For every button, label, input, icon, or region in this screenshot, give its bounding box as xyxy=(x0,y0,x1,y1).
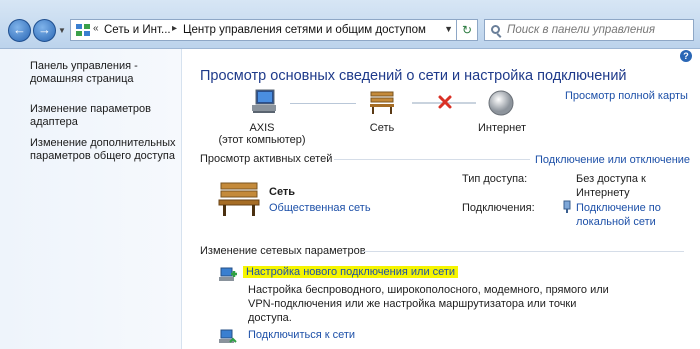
connect-disconnect-link[interactable]: Подключение или отключение xyxy=(535,153,690,167)
back-button[interactable]: ← xyxy=(8,19,31,42)
computer-icon xyxy=(252,89,276,113)
breadcrumb-network-internet[interactable]: Сеть и Инт... xyxy=(104,24,171,36)
network-node-label: Сеть xyxy=(369,122,395,134)
map-link-line xyxy=(290,103,356,104)
breadcrumb-separator-icon: « xyxy=(93,23,99,34)
network-folder-icon xyxy=(76,24,90,36)
address-bar[interactable]: « Сеть и Инт... ▸ Центр управления сетям… xyxy=(70,19,476,41)
sidebar-item-sharing-settings[interactable]: Изменение дополнительных параметров обще… xyxy=(30,137,180,163)
computer-node-label: AXIS (этот компьютер) xyxy=(214,122,310,146)
connect-network-icon xyxy=(219,329,237,343)
refresh-button[interactable]: ↻ xyxy=(456,19,478,41)
internet-node-label: Интернет xyxy=(478,122,526,134)
access-type-label: Тип доступа: xyxy=(462,173,528,185)
setup-new-connection-link[interactable]: Настройка нового подключения или сети xyxy=(243,266,459,278)
breadcrumb-network-center[interactable]: Центр управления сетями и общим доступом xyxy=(183,24,426,36)
connections-label: Подключения: xyxy=(462,202,535,214)
active-network-name: Сеть xyxy=(269,186,296,198)
page-title: Просмотр основных сведений о сети и наст… xyxy=(200,68,627,84)
bench-icon xyxy=(370,91,394,114)
recent-pages-dropdown-icon[interactable]: ▼ xyxy=(58,26,66,35)
search-icon[interactable] xyxy=(491,25,500,34)
new-connection-item: Настройка нового подключения или сети xyxy=(243,265,459,279)
ethernet-plug-icon xyxy=(563,200,571,213)
setup-new-connection-description: Настройка беспроводного, широкополосного… xyxy=(248,284,609,324)
new-connection-icon xyxy=(219,267,237,281)
access-type-value: Без доступа к Интернету xyxy=(576,173,646,199)
computer-name: AXIS xyxy=(249,122,275,134)
search-box[interactable]: Поиск в панели управления xyxy=(484,19,694,41)
divider xyxy=(334,159,530,160)
forward-button[interactable]: → xyxy=(33,19,56,42)
computer-subtitle: (этот компьютер) xyxy=(218,134,306,146)
search-input[interactable]: Поиск в панели управления xyxy=(507,24,655,36)
window-toolbar: ← → ▼ « Сеть и Инт... ▸ Центр управления… xyxy=(0,0,700,49)
sidebar-item-control-panel-home[interactable]: Панель управления - домашняя страница xyxy=(30,60,180,86)
divider xyxy=(362,251,684,252)
left-task-pane xyxy=(0,49,182,349)
breadcrumb-arrow-icon[interactable]: ▸ xyxy=(172,23,177,34)
public-network-bench-icon xyxy=(218,182,260,216)
error-x-icon[interactable] xyxy=(437,94,453,110)
address-dropdown-icon[interactable]: ▼ xyxy=(444,24,453,34)
local-connection-link[interactable]: Подключение по локальной сети xyxy=(576,201,676,229)
sidebar-item-adapter-settings[interactable]: Изменение параметров адаптера xyxy=(30,103,180,129)
globe-icon xyxy=(488,90,514,116)
connect-to-network-link[interactable]: Подключиться к сети xyxy=(248,328,355,342)
full-map-link[interactable]: Просмотр полной карты xyxy=(565,90,688,102)
network-type-link[interactable]: Общественная сеть xyxy=(269,201,371,215)
change-settings-header: Изменение сетевых параметров xyxy=(200,245,366,257)
active-networks-header: Просмотр активных сетей xyxy=(200,153,333,165)
help-icon[interactable]: ? xyxy=(680,50,692,62)
